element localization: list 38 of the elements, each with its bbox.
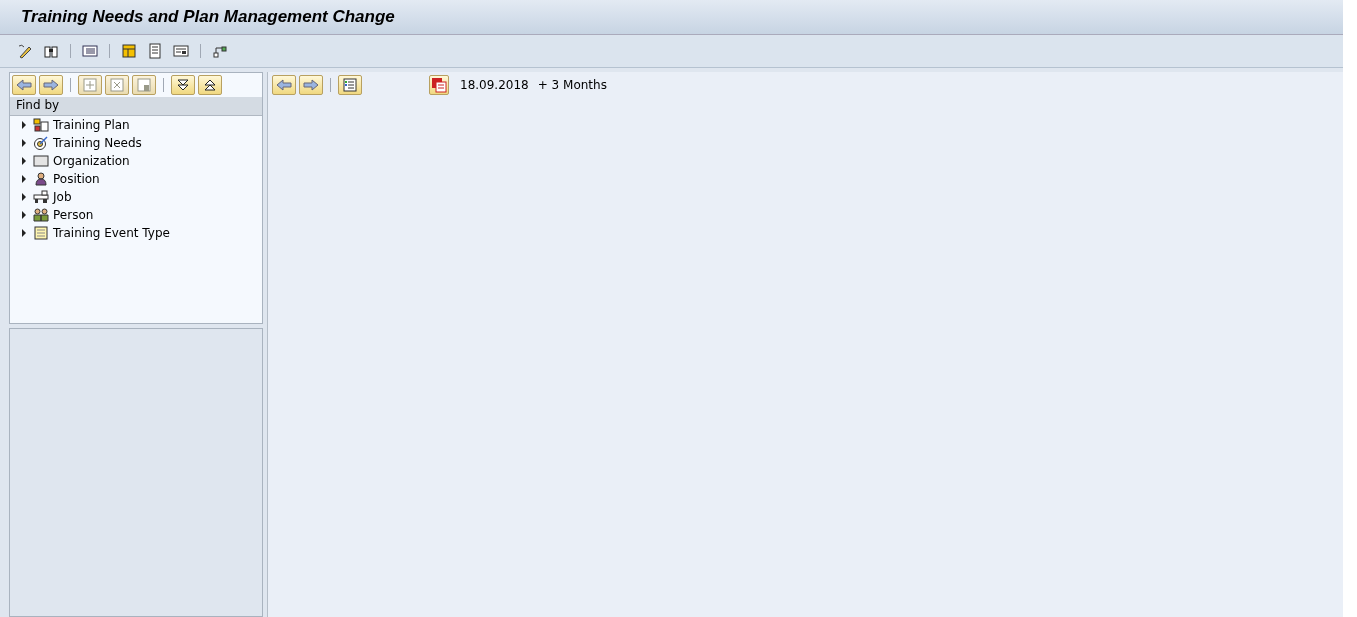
period-span: + 3 Months bbox=[537, 78, 607, 92]
change-button[interactable] bbox=[105, 75, 129, 95]
tree-item[interactable]: Training Needs bbox=[53, 136, 142, 150]
calendar-button[interactable] bbox=[429, 75, 449, 95]
tree-item[interactable]: Organization bbox=[53, 154, 130, 168]
window-title: Training Needs and Plan Management Change bbox=[21, 7, 395, 27]
tree-item[interactable]: Person bbox=[53, 208, 94, 222]
forward-button[interactable] bbox=[39, 75, 63, 95]
tree-item[interactable]: Position bbox=[53, 172, 100, 186]
period-date: 18.09.2018 bbox=[460, 78, 529, 92]
chevrons-up-icon bbox=[203, 78, 217, 92]
target-icon bbox=[33, 136, 49, 150]
desk-icon bbox=[33, 190, 49, 204]
create-button[interactable] bbox=[78, 75, 102, 95]
people-icon bbox=[33, 208, 49, 222]
expand-all-button[interactable] bbox=[171, 75, 195, 95]
collapse-all-button[interactable] bbox=[198, 75, 222, 95]
note-icon bbox=[33, 226, 49, 240]
back-button[interactable] bbox=[12, 75, 36, 95]
expand-arrow-icon[interactable] bbox=[21, 229, 29, 237]
delete-button[interactable] bbox=[132, 75, 156, 95]
grid-icon bbox=[33, 118, 49, 132]
tree-item[interactable]: Job bbox=[53, 190, 72, 204]
rectangle-icon bbox=[33, 154, 49, 168]
tree-item[interactable]: Training Event Type bbox=[53, 226, 170, 240]
person-icon bbox=[33, 172, 49, 186]
expand-arrow-icon[interactable] bbox=[21, 157, 29, 165]
expand-arrow-icon[interactable] bbox=[21, 121, 29, 129]
chevrons-down-icon bbox=[176, 78, 190, 92]
legend-button[interactable] bbox=[338, 75, 362, 95]
tree-item[interactable]: Training Plan bbox=[53, 118, 130, 132]
forward-button[interactable] bbox=[299, 75, 323, 95]
expand-arrow-icon[interactable] bbox=[21, 175, 29, 183]
expand-arrow-icon[interactable] bbox=[21, 211, 29, 219]
column-header: Find by bbox=[10, 97, 262, 116]
back-button[interactable] bbox=[272, 75, 296, 95]
expand-arrow-icon[interactable] bbox=[21, 193, 29, 201]
expand-arrow-icon[interactable] bbox=[21, 139, 29, 147]
